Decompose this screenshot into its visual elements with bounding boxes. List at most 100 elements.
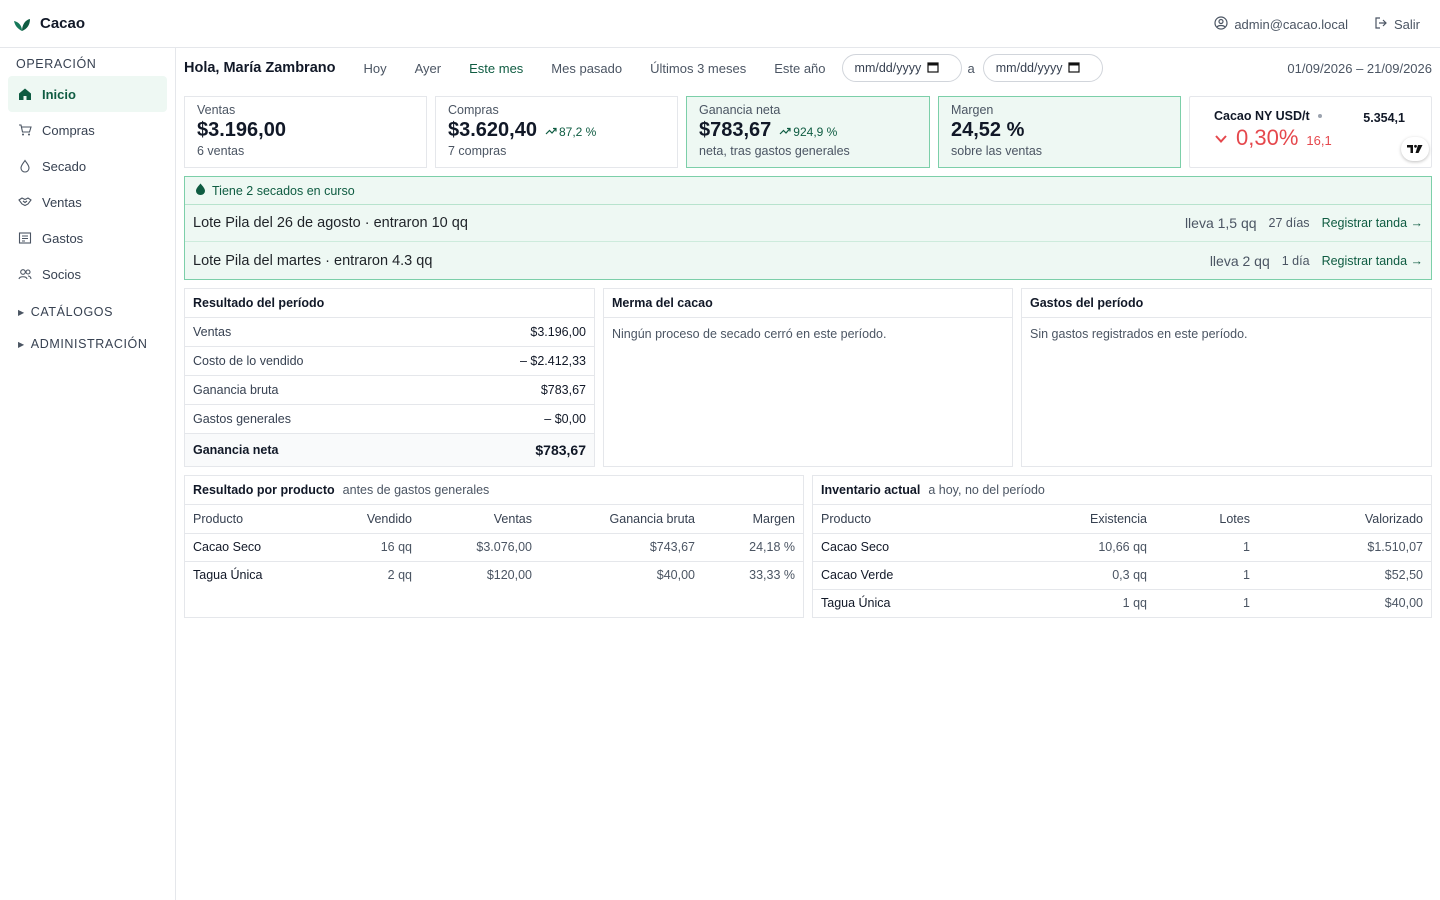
period-ultimos-3-meses[interactable]: Últimos 3 meses bbox=[636, 54, 760, 82]
handshake-icon bbox=[18, 195, 32, 209]
panel-title: Inventario actual bbox=[821, 483, 921, 497]
cell: Tagua Única bbox=[821, 596, 891, 611]
sidebar-item-ventas[interactable]: Ventas bbox=[8, 184, 167, 220]
tradingview-logo-icon[interactable] bbox=[1401, 137, 1429, 161]
sidebar-item-label: Secado bbox=[42, 158, 87, 174]
table-row: Cacao Verde 0,3 qq 1 $52,50 bbox=[813, 561, 1431, 590]
pl-row: Gastos generales – $0,00 bbox=[185, 405, 594, 434]
user-menu[interactable]: admin@cacao.local bbox=[1214, 15, 1348, 33]
table-header-row: Producto Existencia Lotes Valorizado bbox=[813, 505, 1431, 534]
col-ganancia-bruta[interactable]: Ganancia bruta bbox=[540, 505, 703, 534]
sidebar-item-secado[interactable]: Secado bbox=[8, 148, 167, 184]
cell: 1 bbox=[1155, 533, 1258, 562]
kpi-sub: 6 ventas bbox=[197, 144, 245, 158]
registrar-tanda-link[interactable]: Registrar tanda → bbox=[1322, 254, 1423, 268]
registrar-tanda-link[interactable]: Registrar tanda → bbox=[1322, 216, 1423, 230]
drying-row: Lote Pila del martes · entraron 4.3 qq l… bbox=[185, 242, 1431, 279]
period-ayer[interactable]: Ayer bbox=[401, 54, 456, 82]
greeting: Hola, María Zambrano bbox=[184, 60, 336, 76]
date-from-input[interactable]: mm/dd/yyyy bbox=[841, 54, 962, 82]
cell: 24,18 % bbox=[703, 533, 803, 562]
table-row: Cacao Seco 10,66 qq 1 $1.510,07 bbox=[813, 533, 1431, 562]
panel-header: Resultado por producto antes de gastos g… bbox=[185, 476, 803, 505]
calendar-icon bbox=[927, 61, 939, 76]
kpi-sub: sobre las ventas bbox=[951, 144, 1043, 158]
col-ventas[interactable]: Ventas bbox=[420, 505, 540, 534]
empty-message: Ningún proceso de secado cerró en este p… bbox=[612, 327, 887, 341]
col-producto[interactable]: Producto bbox=[185, 505, 305, 534]
resultado-producto-panel: Resultado por producto antes de gastos g… bbox=[184, 475, 804, 618]
panel-title: Resultado por producto bbox=[193, 483, 335, 497]
cell: 16 qq bbox=[305, 533, 420, 562]
col-lotes[interactable]: Lotes bbox=[1155, 505, 1258, 534]
drying-in-progress-panel: Tiene 2 secados en curso Lote Pila del 2… bbox=[184, 176, 1432, 280]
date-placeholder: mm/dd/yyyy bbox=[995, 61, 1063, 75]
table-row: Tagua Única 1 qq 1 $40,00 bbox=[813, 589, 1431, 617]
drying-header: Tiene 2 secados en curso bbox=[185, 177, 1431, 205]
period-hoy[interactable]: Hoy bbox=[349, 54, 400, 82]
kpi-label: Ganancia neta bbox=[699, 103, 781, 117]
ticker-price: 5.354,1 bbox=[1363, 111, 1405, 125]
kpi-change: 87,2 % bbox=[558, 125, 597, 139]
calendar-icon bbox=[1068, 61, 1081, 76]
period-mes-pasado[interactable]: Mes pasado bbox=[537, 54, 636, 82]
ticker-change-pct: 0,30% bbox=[1236, 125, 1299, 150]
brand[interactable]: Cacao bbox=[0, 14, 85, 34]
col-vendido[interactable]: Vendido bbox=[305, 505, 420, 534]
col-existencia[interactable]: Existencia bbox=[1013, 505, 1155, 534]
group-label: ADMINISTRACIÓN bbox=[30, 337, 148, 351]
drop-icon bbox=[18, 159, 32, 173]
date-to-input[interactable]: mm/dd/yyyy bbox=[982, 54, 1103, 82]
kpi-row: Ventas $3.196,00 6 ventas Compras $3.620… bbox=[184, 96, 1432, 168]
resultado-periodo-panel: Resultado del período Ventas $3.196,00 Co… bbox=[184, 288, 595, 467]
kpi-ganancia-neta: Ganancia neta $783,67 924,9 % neta, tras… bbox=[686, 96, 930, 168]
sidebar-item-label: Inicio bbox=[42, 86, 76, 102]
cell: $40,00 bbox=[656, 568, 695, 583]
kpi-value: $3.196,00 bbox=[197, 119, 286, 141]
kpi-label: Ventas bbox=[197, 103, 236, 117]
pl-value: $3.196,00 bbox=[530, 325, 586, 339]
cell: 1 bbox=[1243, 596, 1250, 611]
period-este-mes[interactable]: Este mes bbox=[455, 54, 537, 82]
sidebar-item-label: Ventas bbox=[42, 194, 82, 210]
caret-right-icon: ▶ bbox=[18, 307, 25, 317]
pl-label: Costo de lo vendido bbox=[193, 354, 304, 368]
main-content: Hola, María Zambrano Hoy Ayer Este mes M… bbox=[176, 48, 1440, 900]
col-margen[interactable]: Margen bbox=[703, 505, 803, 534]
drying-days: 27 días bbox=[1268, 216, 1310, 230]
date-placeholder: mm/dd/yyyy bbox=[854, 61, 922, 75]
col-valorizado[interactable]: Valorizado bbox=[1258, 505, 1431, 534]
trend-up-icon bbox=[545, 125, 557, 139]
pl-value: $783,67 bbox=[540, 383, 586, 397]
kpi-label: Margen bbox=[951, 103, 994, 117]
sidebar-group-administracion[interactable]: ▶ ADMINISTRACIÓN bbox=[8, 328, 167, 360]
col-producto[interactable]: Producto bbox=[813, 505, 1013, 534]
date-range-text: 01/09/2026 – 21/09/2026 bbox=[1287, 60, 1432, 76]
filter-bar: Hola, María Zambrano Hoy Ayer Este mes M… bbox=[184, 48, 1432, 88]
sidebar-item-label: Gastos bbox=[42, 230, 84, 246]
panel-note: antes de gastos generales bbox=[342, 483, 490, 497]
cell: 10,66 qq bbox=[1013, 533, 1155, 562]
kpi-sub: 7 compras bbox=[448, 144, 507, 158]
panel-title: Resultado del período bbox=[185, 289, 594, 318]
sidebar-item-compras[interactable]: Compras bbox=[8, 112, 167, 148]
group-label: CATÁLOGOS bbox=[30, 305, 114, 319]
sidebar-item-gastos[interactable]: Gastos bbox=[8, 220, 167, 256]
cacao-price-ticker[interactable]: Cacao NY USD/t 5.354,1 0,30% 16,1 bbox=[1189, 96, 1432, 168]
user-circle-icon bbox=[1214, 15, 1228, 33]
sidebar-group-catalogos[interactable]: ▶ CATÁLOGOS bbox=[8, 296, 167, 328]
chevron-down-icon bbox=[1214, 133, 1228, 148]
sidebar-item-label: Socios bbox=[42, 266, 82, 282]
period-este-ano[interactable]: Este año bbox=[760, 54, 839, 82]
kpi-margen: Margen 24,52 % sobre las ventas bbox=[938, 96, 1181, 168]
kpi-value: $783,67 bbox=[699, 119, 772, 141]
drying-carry: lleva 1,5 qq bbox=[1184, 215, 1257, 231]
pl-row: Ventas $3.196,00 bbox=[185, 318, 594, 347]
users-icon bbox=[18, 267, 32, 281]
cell: $3.076,00 bbox=[420, 533, 540, 562]
sidebar-item-socios[interactable]: Socios bbox=[8, 256, 167, 292]
sidebar-item-inicio[interactable]: Inicio bbox=[8, 76, 167, 112]
panel-header: Inventario actual a hoy, no del período bbox=[813, 476, 1431, 505]
logout-button[interactable]: Salir bbox=[1374, 16, 1420, 33]
logout-label: Salir bbox=[1393, 16, 1420, 32]
